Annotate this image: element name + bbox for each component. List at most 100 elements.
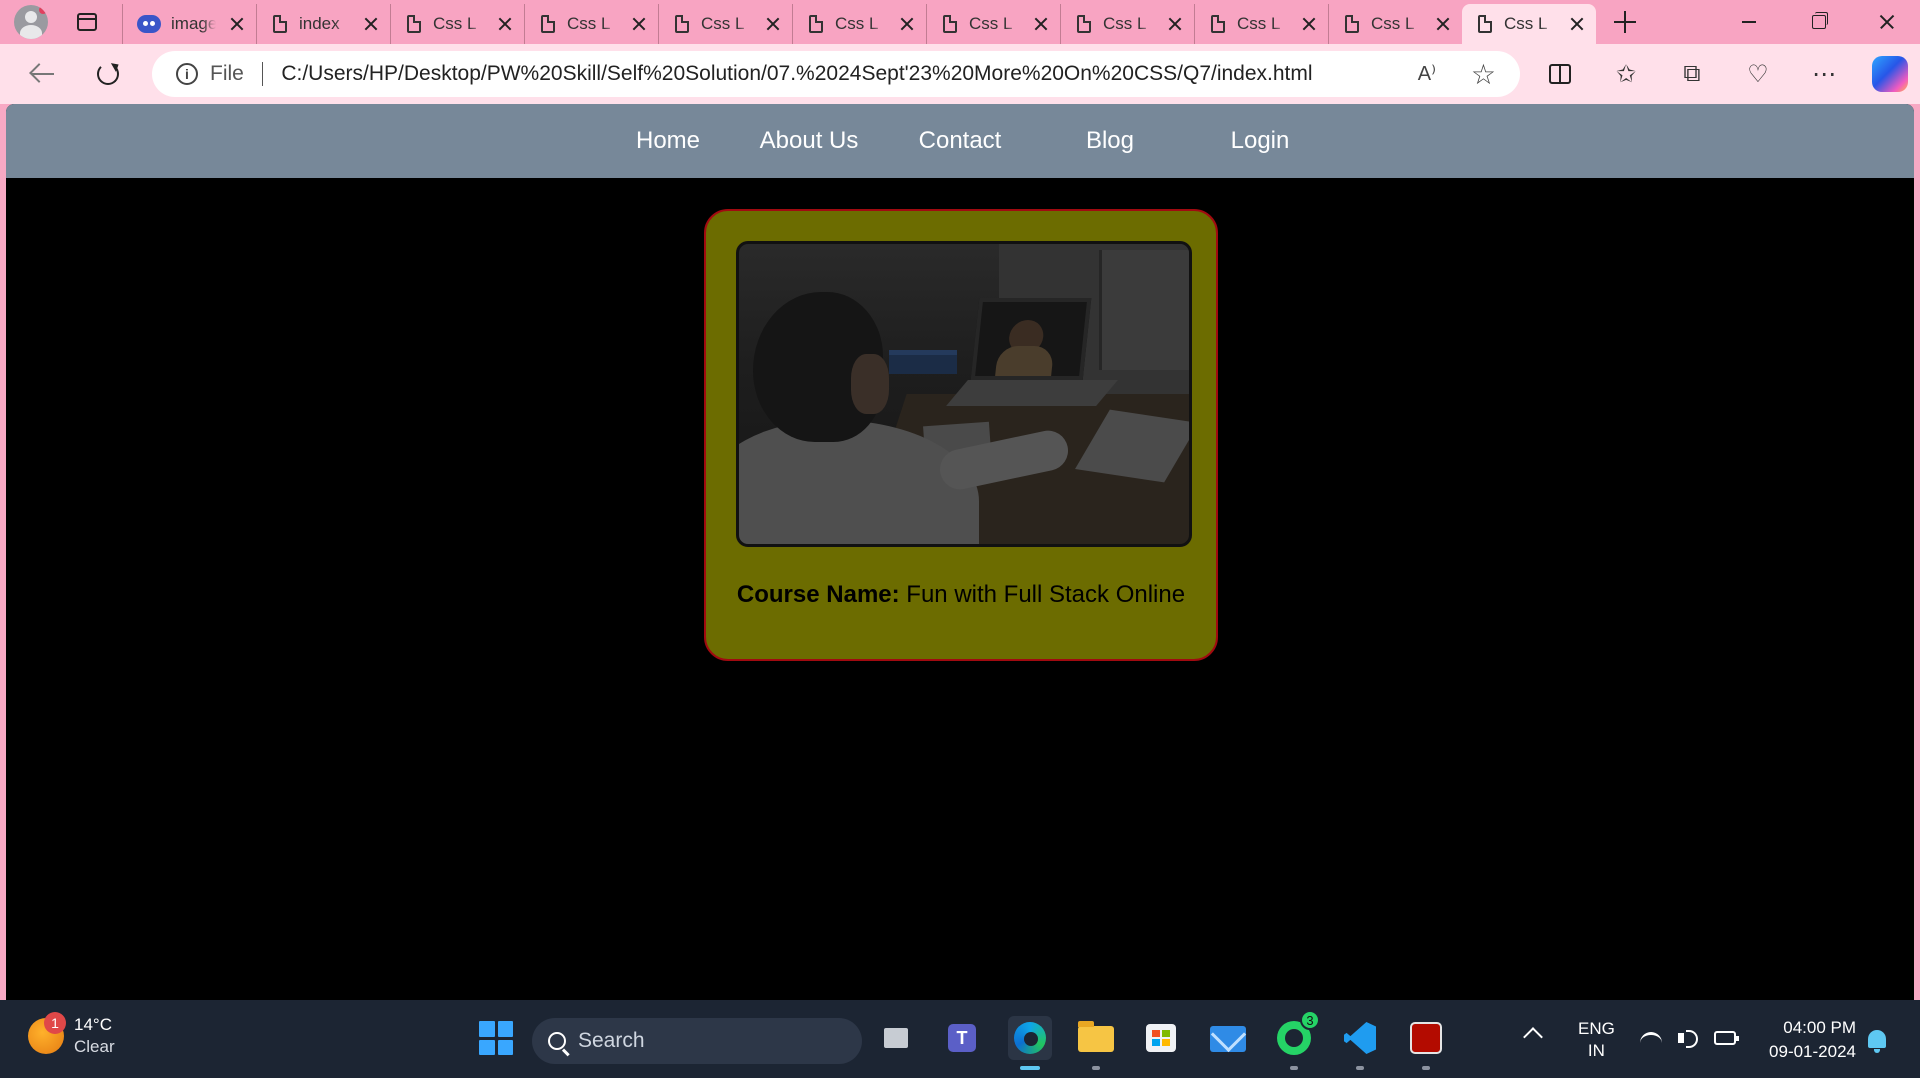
tab-strip: image index Css L Css L Css L Css L Css … <box>0 0 1920 44</box>
battery-icon[interactable] <box>1714 1031 1739 1045</box>
teams-icon[interactable]: T <box>942 1016 986 1060</box>
whatsapp-icon[interactable]: 3 <box>1272 1010 1320 1070</box>
browser-tab[interactable]: Css L <box>1194 4 1328 44</box>
read-aloud-icon[interactable]: A⁾ <box>1418 61 1436 86</box>
task-view-icon[interactable] <box>876 1016 920 1060</box>
url-text[interactable]: C:/Users/HP/Desktop/PW%20Skill/Self%20So… <box>281 62 1312 86</box>
tab-title: Css L <box>1103 14 1147 33</box>
restore-icon[interactable] <box>1790 0 1846 44</box>
browser-tab[interactable]: image <box>122 4 256 44</box>
tab-close-icon[interactable] <box>896 13 918 35</box>
region-code: IN <box>1587 1041 1605 1060</box>
file-explorer-icon[interactable] <box>1074 1016 1118 1070</box>
page-favicon-icon <box>1343 13 1361 35</box>
site-info-icon[interactable]: i <box>176 63 198 85</box>
browser-tab[interactable]: Css L <box>524 4 658 44</box>
page-favicon-icon <box>271 13 289 35</box>
web-page-viewport: Home About Us Contact Blog Login Course … <box>6 104 1914 1000</box>
browser-tab[interactable]: Css L <box>926 4 1060 44</box>
acrobat-reader-icon[interactable] <box>1404 1016 1448 1070</box>
tab-title: Css L <box>969 14 1013 33</box>
microsoft-store-icon[interactable] <box>1140 1016 1184 1060</box>
split-screen-icon[interactable] <box>1538 52 1582 96</box>
start-windows-icon[interactable] <box>474 1016 518 1060</box>
favorites-icon[interactable]: ✩ <box>1604 52 1648 96</box>
tab-close-icon[interactable] <box>1566 13 1588 35</box>
tab-close-icon[interactable] <box>1298 13 1320 35</box>
tab-title: Css L <box>433 14 477 33</box>
page-favicon-icon <box>1209 13 1227 35</box>
nav-link-login[interactable]: Login <box>1185 127 1335 155</box>
weather-sun-icon: 1 <box>28 1012 66 1054</box>
address-bar[interactable]: i File C:/Users/HP/Desktop/PW%20Skill/Se… <box>152 51 1520 97</box>
browser-tab[interactable]: Css L <box>658 4 792 44</box>
search-icon <box>548 1032 566 1050</box>
nav-link-contact[interactable]: Contact <box>885 127 1035 155</box>
tab-actions-menu-icon[interactable] <box>70 5 104 39</box>
tab-close-icon[interactable] <box>1030 13 1052 35</box>
system-tray[interactable] <box>1640 1028 1739 1048</box>
vscode-icon[interactable] <box>1338 1016 1382 1070</box>
input-language[interactable]: ENG IN <box>1578 1018 1615 1062</box>
tab-close-icon[interactable] <box>226 13 248 35</box>
tab-close-icon[interactable] <box>360 13 382 35</box>
new-tab-plus-icon[interactable] <box>1604 2 1644 42</box>
edge-browser-icon[interactable] <box>1008 1016 1052 1070</box>
collections-icon[interactable]: ⧉ <box>1670 52 1714 96</box>
weather-condition: Clear <box>74 1037 115 1056</box>
system-clock[interactable]: 04:00 PM 09-01-2024 <box>1762 1016 1856 1064</box>
browser-tab[interactable]: index <box>256 4 390 44</box>
tab-close-icon[interactable] <box>1432 13 1454 35</box>
mail-icon[interactable] <box>1206 1016 1250 1060</box>
browser-tab[interactable]: Css L <box>1328 4 1462 44</box>
tab-close-icon[interactable] <box>1164 13 1186 35</box>
course-name-value: Fun with Full Stack Online <box>899 581 1186 608</box>
reload-icon[interactable] <box>86 52 130 96</box>
weather-temperature: 14°C <box>74 1015 112 1034</box>
site-navbar: Home About Us Contact Blog Login <box>6 104 1914 178</box>
search-placeholder: Search <box>578 1029 645 1052</box>
tab-close-icon[interactable] <box>494 13 516 35</box>
profile-avatar-icon[interactable] <box>14 5 48 39</box>
browser-toolbar: i File C:/Users/HP/Desktop/PW%20Skill/Se… <box>0 44 1920 104</box>
browser-tab[interactable]: Css L <box>1060 4 1194 44</box>
show-hidden-icons-chevron-icon[interactable] <box>1523 1027 1543 1047</box>
copilot-icon[interactable] <box>1868 52 1912 96</box>
windows-taskbar: 1 14°C Clear Search T 3 ENG IN 04:00 PM … <box>0 1000 1920 1078</box>
tab-title: index <box>299 14 340 33</box>
tab-title: Css L <box>835 14 879 33</box>
nav-link-about-us[interactable]: About Us <box>733 127 885 155</box>
more-menu-icon[interactable]: ⋯ <box>1802 52 1846 96</box>
tab-title: Css L <box>567 14 611 33</box>
weather-widget[interactable]: 1 14°C Clear <box>28 1012 115 1058</box>
window-close-icon[interactable] <box>1858 0 1914 44</box>
notification-bell-icon[interactable] <box>1868 1030 1886 1053</box>
volume-icon[interactable] <box>1676 1028 1700 1048</box>
tab-title: image <box>171 14 216 33</box>
tab-close-icon[interactable] <box>762 13 784 35</box>
page-favicon-icon <box>941 13 959 35</box>
favorite-star-icon[interactable]: ☆ <box>1471 58 1496 91</box>
language-code: ENG <box>1578 1019 1615 1038</box>
page-favicon-icon <box>1075 13 1093 35</box>
course-image <box>736 241 1192 547</box>
browser-tab[interactable]: Css L <box>792 4 926 44</box>
course-card: Course Name: Fun with Full Stack Online <box>704 209 1218 661</box>
browser-essentials-icon[interactable]: ♡ <box>1736 52 1780 96</box>
page-favicon-icon <box>673 13 691 35</box>
browser-tab-active[interactable]: Css L <box>1462 4 1596 44</box>
back-arrow-icon[interactable] <box>20 52 64 96</box>
page-favicon-icon <box>539 13 557 35</box>
nav-link-blog[interactable]: Blog <box>1035 127 1185 155</box>
course-name-caption: Course Name: Fun with Full Stack Online <box>706 581 1216 609</box>
browser-tab[interactable]: Css L <box>390 4 524 44</box>
taskbar-search[interactable]: Search <box>532 1018 862 1064</box>
tab-close-icon[interactable] <box>628 13 650 35</box>
wifi-icon[interactable] <box>1640 1032 1662 1044</box>
minimize-icon[interactable] <box>1720 0 1776 44</box>
page-favicon-icon <box>807 13 825 35</box>
nav-link-home[interactable]: Home <box>603 127 733 155</box>
url-scheme-label: File <box>210 62 244 85</box>
tab-title: Css L <box>1237 14 1281 33</box>
whatsapp-badge: 3 <box>1300 1010 1320 1030</box>
